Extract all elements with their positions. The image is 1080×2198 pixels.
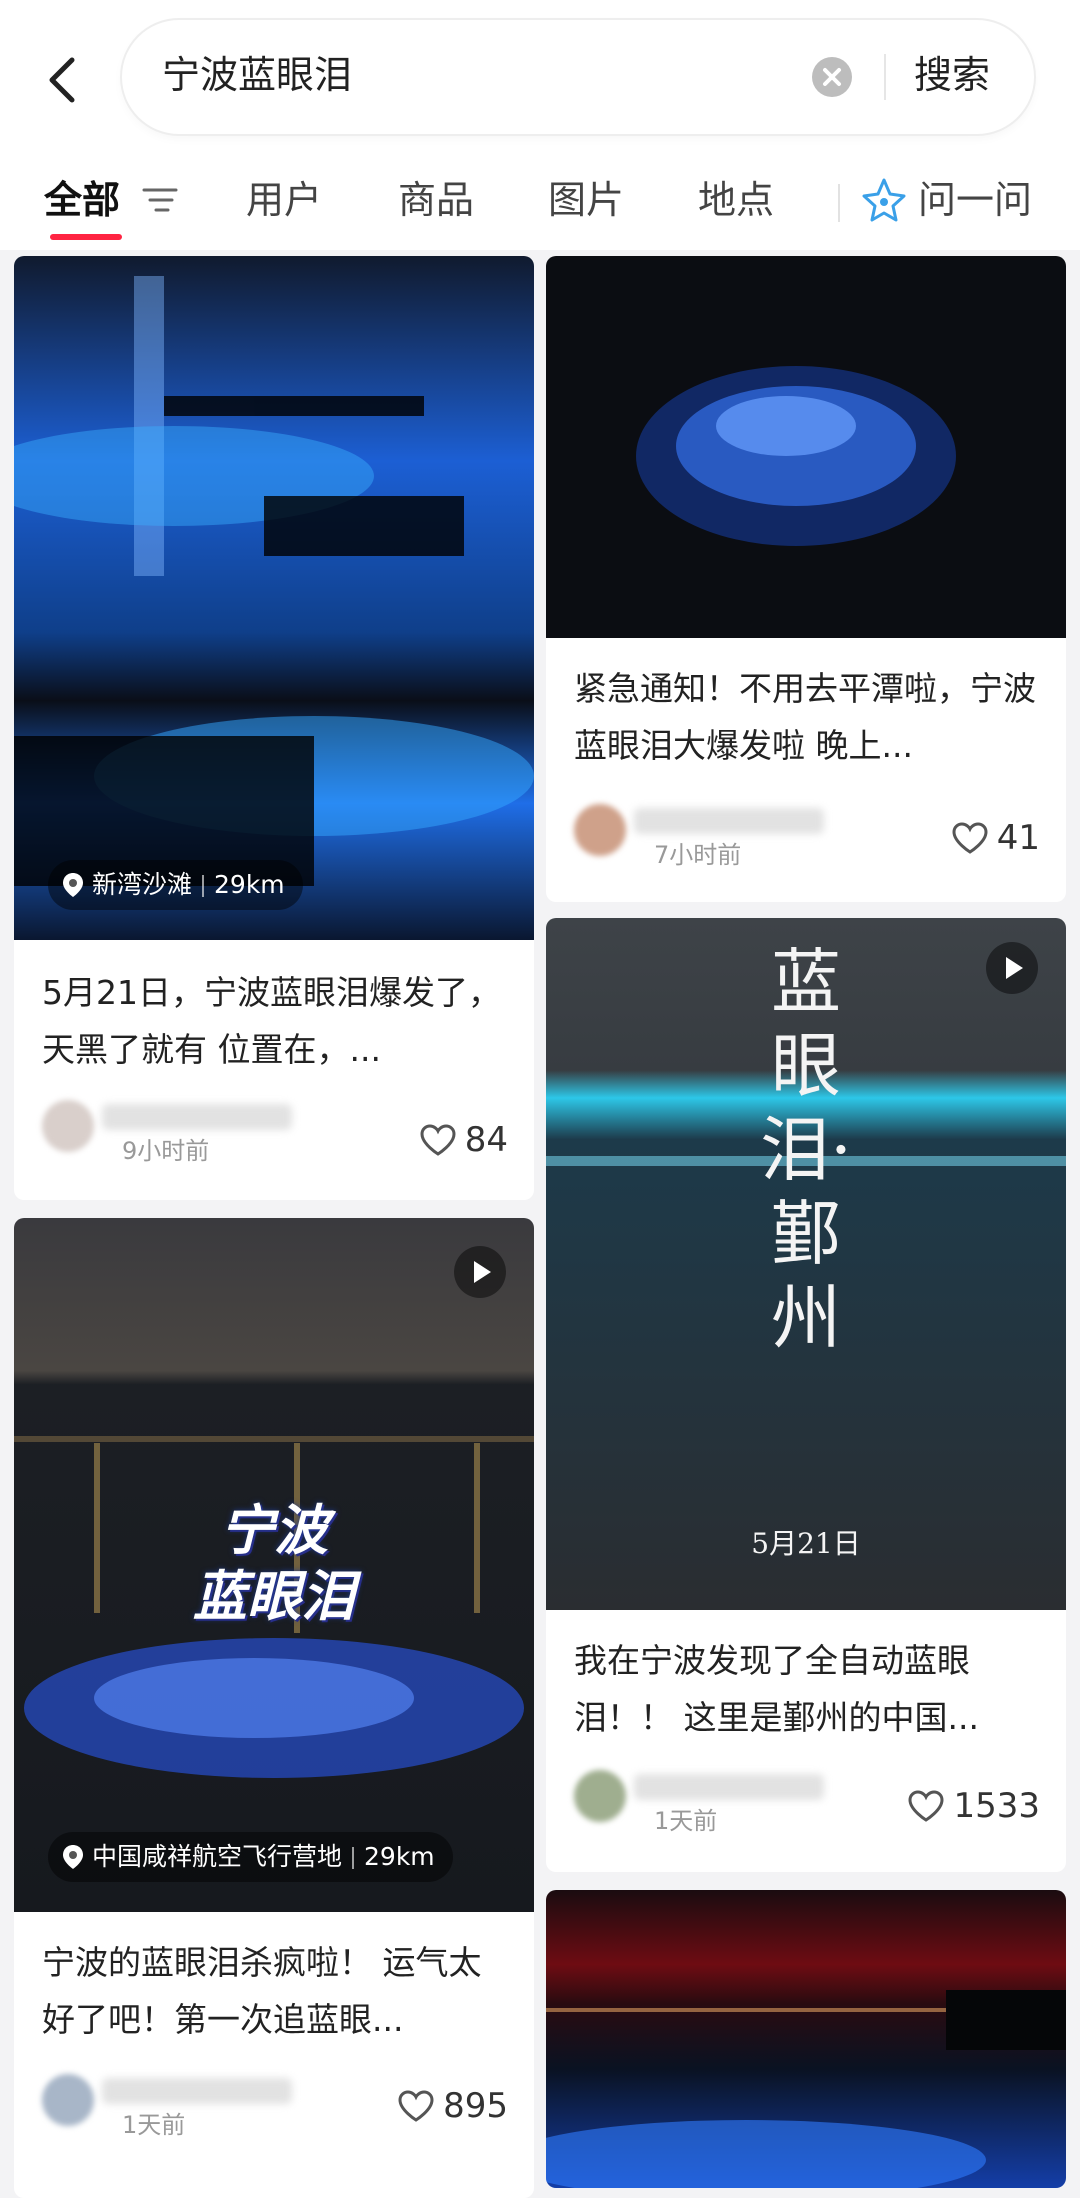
location-distance: 29km [364,1842,435,1871]
post-time: 9小时前 [122,1137,210,1165]
card-title: 我在宁波发现了全自动蓝眼泪！！ 这里是鄞州的中国... [574,1641,979,1737]
tab-images[interactable]: 图片 [548,175,624,225]
author-info[interactable]: 1天前 [574,1770,824,1835]
like-count: 895 [443,2086,508,2126]
close-icon [823,68,841,86]
back-button[interactable] [40,45,90,115]
top-bar: 宁波蓝眼泪 搜索 全部 用户 商品 图片 地点 问一问 [0,0,1080,250]
location-badge[interactable]: 新湾沙滩 29km [48,860,303,910]
note-card[interactable]: 新湾沙滩 29km 5月21日，宁波蓝眼泪爆发了，天黑了就有 位置在，... 9小… [14,256,534,1200]
card-title: 紧急通知！不用去平潭啦，宁波蓝眼泪大爆发啦 晚上... [574,669,1036,765]
search-divider [884,54,886,100]
heart-icon [908,1790,944,1822]
tab-places[interactable]: 地点 [698,175,774,225]
search-button[interactable]: 搜索 [914,50,990,100]
overlay-date: 5月21日 [751,1527,861,1560]
heart-icon [952,822,988,854]
card-title: 宁波的蓝眼泪杀疯啦！ 运气太好了吧！第一次追蓝眼... [42,1943,482,2039]
author-name-blurred [634,808,824,834]
tab-all[interactable]: 全部 [44,175,120,225]
overlay-line: 宁波 [220,1499,328,1562]
location-name: 中国咸祥航空飞行营地 [92,1842,343,1871]
active-tab-indicator [50,234,122,240]
like-button[interactable]: 895 [397,2084,508,2128]
tab-products[interactable]: 商品 [398,175,474,225]
tab-divider [838,184,840,222]
filter-icon[interactable] [140,182,180,218]
play-icon [474,1261,491,1283]
like-count: 84 [464,1120,508,1160]
avatar [42,2074,94,2126]
overlay-line: 蓝眼泪 [193,1565,355,1628]
card-image [546,1890,1066,2188]
like-button[interactable]: 1533 [907,1784,1040,1828]
location-pin-icon [63,1845,83,1869]
card-image [546,256,1066,638]
ai-star-icon[interactable] [860,176,908,224]
tab-ask[interactable]: 问一问 [918,175,1032,225]
note-card[interactable]: 蓝眼泪·鄞州 5月21日 我在宁波发现了全自动蓝眼泪！！ 这里是鄞州的中国...… [546,918,1066,1872]
location-pin-icon [63,873,83,897]
post-time: 1天前 [654,1807,718,1835]
post-time: 1天前 [122,2111,186,2139]
author-info[interactable]: 9小时前 [42,1100,292,1165]
card-title: 5月21日，宁波蓝眼泪爆发了，天黑了就有 位置在，... [42,973,501,1069]
play-icon [1006,957,1023,979]
author-info[interactable]: 1天前 [42,2074,292,2139]
location-badge[interactable]: 中国咸祥航空飞行营地 29km [48,1832,453,1882]
note-card[interactable] [546,1890,1066,2188]
note-card[interactable]: 宁波 蓝眼泪 中国咸祥航空飞行营地 29km 宁波的蓝眼泪杀疯啦！ 运气太好了吧！… [14,1218,534,2198]
avatar [574,804,626,856]
search-box[interactable]: 宁波蓝眼泪 搜索 [122,20,1034,134]
heart-icon [420,1124,456,1156]
post-time: 7小时前 [654,841,742,869]
avatar [42,1100,94,1152]
search-input[interactable]: 宁波蓝眼泪 [162,50,352,100]
vertical-overlay-text: 蓝眼泪·鄞州 [759,941,853,1359]
location-distance: 29km [214,870,285,899]
image-overlay-text: 宁波 蓝眼泪 [14,1498,534,1630]
clear-search-button[interactable] [812,57,852,97]
author-name-blurred [102,1104,292,1130]
card-image [14,256,534,940]
author-name-blurred [102,2078,292,2104]
like-button[interactable]: 84 [419,1118,508,1162]
video-play-button[interactable] [454,1246,506,1298]
avatar [574,1770,626,1822]
heart-icon [398,2090,434,2122]
author-info[interactable]: 7小时前 [574,804,824,869]
video-play-button[interactable] [986,942,1038,994]
like-count: 1533 [953,1786,1040,1826]
like-button[interactable]: 41 [951,816,1040,860]
location-name: 新湾沙滩 [92,870,193,899]
filter-tabs: 全部 用户 商品 图片 地点 问一问 [0,170,1080,250]
chevron-left-icon [49,57,75,103]
note-card[interactable]: 紧急通知！不用去平潭啦，宁波蓝眼泪大爆发啦 晚上... 7小时前 41 [546,256,1066,902]
author-name-blurred [634,1774,824,1800]
tab-users[interactable]: 用户 [246,175,322,225]
like-count: 41 [996,818,1040,858]
